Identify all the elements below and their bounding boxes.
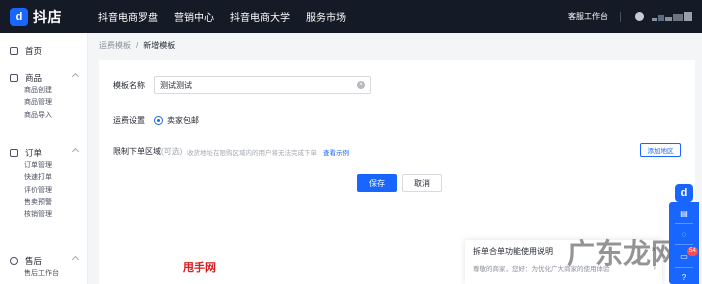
watermark-text: 甩手网 xyxy=(183,262,216,274)
account-name-blurred[interactable] xyxy=(652,12,692,21)
sidebar: 首页 商品 商品创建 商品管理 商品导入 订单 订单管理 快速打单 评价管理 售… xyxy=(0,33,88,284)
order-icon xyxy=(10,149,18,157)
sidebar-head-home: 首页 xyxy=(0,44,88,58)
doudian-logo[interactable]: d 抖店 xyxy=(10,7,62,27)
template-name-value: 测试测试 xyxy=(160,80,192,90)
clear-icon[interactable]: × xyxy=(357,81,365,89)
sidebar-group-goods: 商品 商品创建 商品管理 商品导入 xyxy=(0,71,88,122)
radio-selected-icon xyxy=(154,116,163,125)
sidebar-label-orders: 订单 xyxy=(25,148,43,158)
radio-label: 卖家包邮 xyxy=(167,116,199,125)
sidebar-head-orders[interactable]: 订单 xyxy=(0,146,88,160)
nav-compass[interactable]: 抖音电商罗盘 xyxy=(98,9,158,24)
site-watermark: 广东龙网 xyxy=(567,238,680,269)
optional-tag: (可选) xyxy=(161,147,183,156)
message-icon[interactable]: ▭ xyxy=(680,253,688,261)
view-example-link[interactable]: 查看示例 xyxy=(323,147,349,157)
save-button[interactable]: 保存 xyxy=(357,174,397,192)
headset-icon[interactable]: ◌ xyxy=(680,231,688,239)
doudian-float-logo-icon[interactable]: d xyxy=(675,184,693,202)
sidebar-label-home: 首页 xyxy=(25,46,43,56)
restricted-region-hint: 收货地址在限购区域内的用户将无法完成下单 xyxy=(187,150,317,157)
main-nav: 抖音电商罗盘 营销中心 抖音电商大学 服务市场 xyxy=(98,0,362,33)
doudian-logo-icon: d xyxy=(10,8,28,26)
top-navigation-bar: d 抖店 抖音电商罗盘 营销中心 抖音电商大学 服务市场 客服工作台 xyxy=(0,0,702,33)
nav-service-market[interactable]: 服务市场 xyxy=(306,9,346,24)
sidebar-item-quick-print[interactable]: 快速打单 xyxy=(0,172,88,184)
sidebar-group-home[interactable]: 首页 xyxy=(0,44,88,58)
chevron-up-icon xyxy=(71,147,80,156)
sidebar-item-goods-import[interactable]: 商品导入 xyxy=(0,110,88,122)
sidebar-group-orders: 订单 订单管理 快速打单 评价管理 售卖预警 核销管理 xyxy=(0,146,88,221)
top-divider xyxy=(620,11,621,22)
sidebar-item-sale-warning[interactable]: 售卖预警 xyxy=(0,197,88,209)
aftersale-icon xyxy=(10,257,18,265)
sidebar-head-aftersale[interactable]: 售后 xyxy=(0,254,88,268)
sidebar-item-order-manage[interactable]: 订单管理 xyxy=(0,160,88,172)
toolbar-divider xyxy=(675,267,693,268)
logo-text: 抖店 xyxy=(33,9,62,25)
sidebar-label-goods: 商品 xyxy=(25,73,43,83)
chevron-up-icon xyxy=(71,72,80,81)
nav-marketing[interactable]: 营销中心 xyxy=(174,9,214,24)
sidebar-group-aftersale: 售后 售后工作台 xyxy=(0,254,88,280)
sidebar-item-verify-manage[interactable]: 核销管理 xyxy=(0,209,88,221)
sidebar-item-review-manage[interactable]: 评价管理 xyxy=(0,185,88,197)
cancel-button[interactable]: 取消 xyxy=(402,174,442,192)
top-right-area: 客服工作台 xyxy=(568,0,692,33)
template-name-input[interactable]: 测试测试 × xyxy=(154,76,371,94)
message-badge: 54 xyxy=(687,247,698,256)
sidebar-label-aftersale: 售后 xyxy=(25,256,43,266)
breadcrumb-separator: / xyxy=(136,41,139,50)
watermark-fragment xyxy=(185,276,225,284)
breadcrumb-parent[interactable]: 运费模板 xyxy=(99,40,131,51)
chevron-up-icon xyxy=(71,255,80,264)
help-icon[interactable]: ? xyxy=(680,274,688,282)
nav-university[interactable]: 抖音电商大学 xyxy=(230,9,290,24)
home-icon xyxy=(10,47,18,55)
sidebar-item-goods-manage[interactable]: 商品管理 xyxy=(0,97,88,109)
sidebar-head-goods[interactable]: 商品 xyxy=(0,71,88,85)
sidebar-item-aftersale-workbench[interactable]: 售后工作台 xyxy=(0,268,88,280)
service-workbench-link[interactable]: 客服工作台 xyxy=(568,11,608,22)
add-region-button[interactable]: 添加地区 xyxy=(640,143,681,157)
sidebar-item-goods-create[interactable]: 商品创建 xyxy=(0,85,88,97)
goods-icon xyxy=(10,74,18,82)
floating-toolbar: ▤ ◌ ▭ 54 ? xyxy=(669,202,699,284)
avatar[interactable] xyxy=(635,12,644,21)
book-icon[interactable]: ▤ xyxy=(680,210,688,218)
template-name-label: 模板名称 xyxy=(113,81,145,90)
toolbar-divider xyxy=(675,223,693,224)
restricted-region-label: 限制下单区域(可选) xyxy=(113,146,182,157)
freight-setting-label: 运费设置 xyxy=(113,116,145,125)
restricted-region-text: 限制下单区域 xyxy=(113,147,161,156)
seller-free-shipping-radio[interactable]: 卖家包邮 xyxy=(154,115,199,126)
breadcrumb: 运费模板 / 新增模板 xyxy=(89,33,702,58)
breadcrumb-current: 新增模板 xyxy=(143,41,176,50)
toolbar-divider xyxy=(675,244,693,245)
